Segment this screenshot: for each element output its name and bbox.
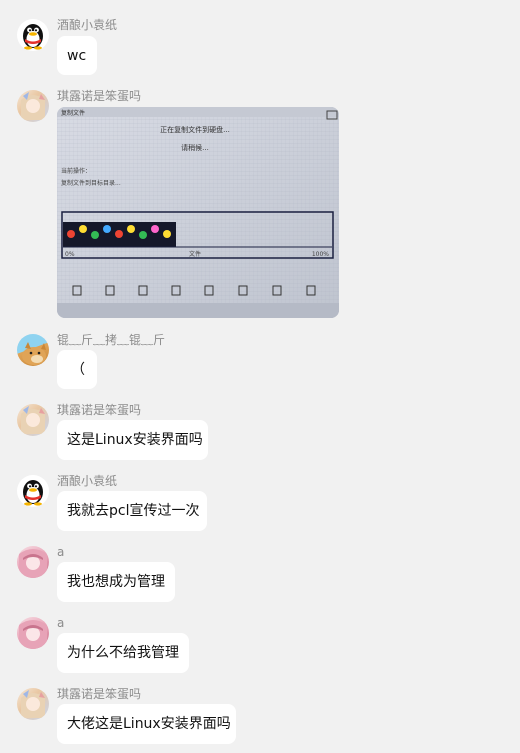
progress-mid: 文件 bbox=[189, 250, 201, 258]
doge-avatar[interactable] bbox=[17, 334, 49, 366]
status-label: 当前操作： bbox=[61, 167, 91, 175]
sender-name[interactable]: 琪露诺是笨蛋吗 bbox=[57, 403, 141, 417]
message-bubble[interactable]: 为什么不给我管理 bbox=[57, 633, 189, 673]
qq-penguin-avatar[interactable] bbox=[17, 475, 49, 507]
pink-anime-avatar[interactable] bbox=[17, 546, 49, 578]
message-bubble[interactable]: 我也想成为管理 bbox=[57, 562, 175, 602]
sender-name[interactable]: 酒酿小袁纸 bbox=[57, 18, 117, 32]
sender-name[interactable]: 琪露诺是笨蛋吗 bbox=[57, 687, 141, 701]
dialog-title: 正在复制文件到硬盘... bbox=[160, 125, 230, 134]
progress-right: 100% bbox=[312, 251, 329, 258]
anime-avatar[interactable] bbox=[17, 90, 49, 122]
sender-name[interactable]: 酒酿小袁纸 bbox=[57, 474, 117, 488]
message-bubble[interactable]: （ bbox=[57, 350, 97, 389]
dialog-subtitle: 请稍候... bbox=[181, 143, 209, 152]
qq-penguin-avatar[interactable] bbox=[17, 19, 49, 51]
message-bubble[interactable]: wc bbox=[57, 36, 97, 75]
progress-left: 0% bbox=[65, 251, 75, 258]
message-bubble[interactable]: 这是Linux安装界面吗 bbox=[57, 420, 208, 460]
window-title: 复制文件 bbox=[61, 109, 85, 117]
sender-name[interactable]: a bbox=[57, 616, 64, 630]
message-bubble[interactable]: 大佬这是Linux安装界面吗 bbox=[57, 704, 236, 744]
pink-anime-avatar[interactable] bbox=[17, 617, 49, 649]
message-bubble[interactable]: 我就去pcl宣传过一次 bbox=[57, 491, 207, 531]
anime-avatar[interactable] bbox=[17, 404, 49, 436]
anime-avatar[interactable] bbox=[17, 688, 49, 720]
sender-name[interactable]: a bbox=[57, 545, 64, 559]
sender-name[interactable]: 琪露诺是笨蛋吗 bbox=[57, 89, 141, 103]
sender-name[interactable]: 锟﹏斤﹏拷﹏锟﹏斤 bbox=[57, 333, 165, 347]
status-text: 复制文件到目标目录... bbox=[61, 179, 121, 187]
message-image[interactable]: 正在复制文件到硬盘... 请稍候... 复制文件 当前操作： 复制文件到目标目录… bbox=[57, 107, 339, 318]
